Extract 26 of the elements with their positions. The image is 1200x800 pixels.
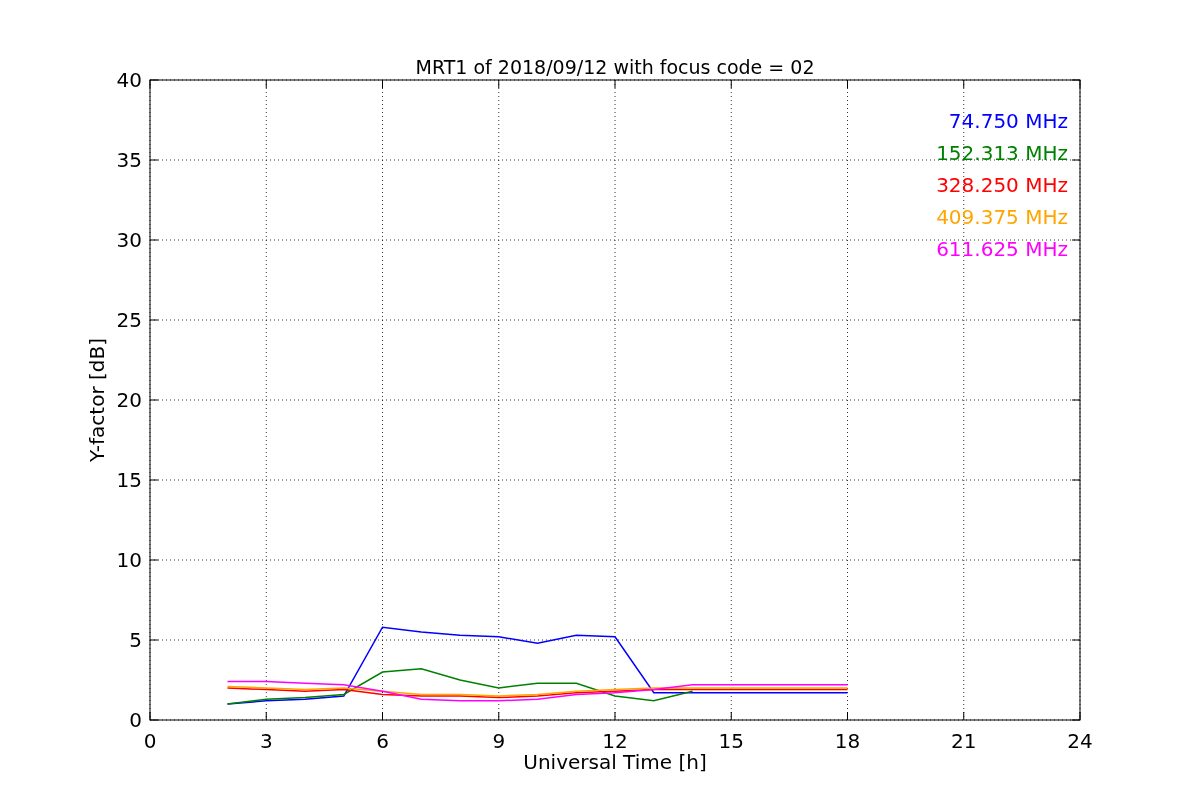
tick-label: 6	[376, 729, 389, 753]
tick-label: 21	[951, 729, 977, 753]
y-axis-label: Y-factor [dB]	[85, 338, 109, 462]
legend-label: 152.313 MHz	[936, 141, 1068, 165]
tick-label: 3	[259, 729, 273, 753]
tick-label: 30	[116, 228, 142, 252]
tick-label: 35	[116, 148, 142, 172]
tick-label: 20	[116, 388, 142, 412]
tick-label: 40	[116, 68, 142, 92]
tick-label: 24	[1067, 729, 1093, 753]
x-axis-label: Universal Time [h]	[523, 750, 707, 774]
tick-label: 15	[116, 468, 142, 492]
legend-label: 611.625 MHz	[936, 237, 1068, 261]
tick-label: 18	[834, 729, 861, 753]
tick-label: 15	[718, 729, 744, 753]
tick-label: 12	[602, 729, 628, 753]
tick-label: 5	[129, 628, 142, 652]
tick-label: 0	[129, 708, 142, 732]
tick-label: 0	[143, 729, 157, 753]
legend-label: 409.375 MHz	[936, 205, 1068, 229]
legend-label: 328.250 MHz	[936, 173, 1068, 197]
legend-label: 74.750 MHz	[948, 109, 1068, 133]
tick-label: 25	[116, 308, 142, 332]
tick-label: 9	[492, 729, 506, 753]
chart-title: MRT1 of 2018/09/12 with focus code = 02	[415, 56, 815, 78]
tick-label: 10	[116, 548, 142, 572]
